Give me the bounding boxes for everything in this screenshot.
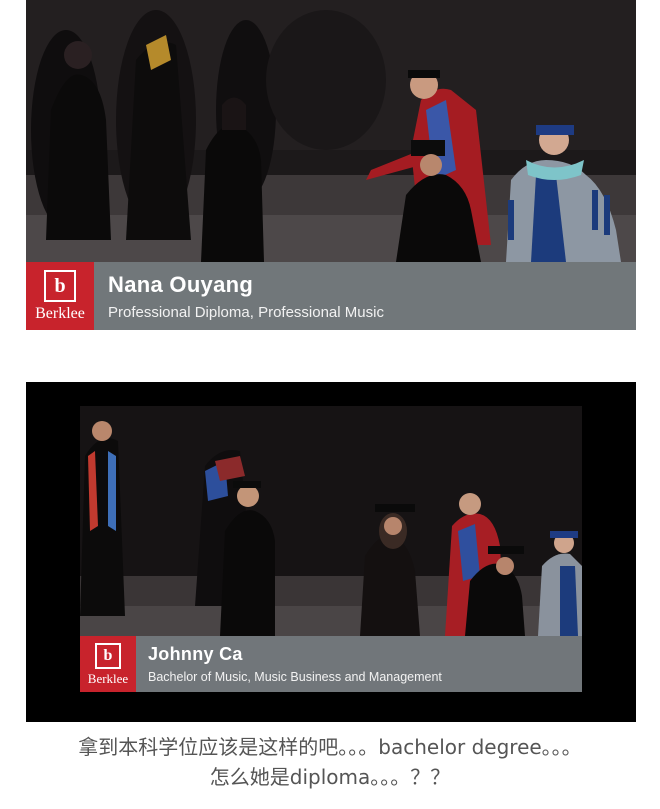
video-content-2: b Berklee Johnny Ca Bachelor of Music, M… (80, 406, 582, 692)
lower-third-1: b Berklee Nana Ouyang Professional Diplo… (26, 262, 636, 330)
graduate-degree: Professional Diploma, Professional Music (108, 303, 384, 321)
graduate-name: Johnny Ca (148, 644, 243, 664)
logo-text: Berklee (35, 305, 85, 322)
logo-text: Berklee (87, 671, 129, 686)
graduate-name: Nana Ouyang (108, 271, 254, 297)
berklee-logo-icon: b (95, 643, 121, 669)
comment-line-2: 怎么她是diploma。。。？？ (209, 765, 451, 789)
ceremony-scene-2 (80, 406, 582, 636)
berklee-logo: b Berklee (80, 636, 136, 692)
caption-band: Johnny Ca Bachelor of Music, Music Busin… (136, 636, 582, 692)
comment-text: 拿到本科学位应该是这样的吧。。。bachelor degree。。。 怎么她是d… (0, 732, 660, 792)
lower-third-2: b Berklee Johnny Ca Bachelor of Music, M… (80, 636, 582, 692)
graduate-degree: Bachelor of Music, Music Business and Ma… (148, 670, 442, 684)
caption-band: Nana Ouyang Professional Diploma, Profes… (94, 262, 636, 330)
comment-line-1: 拿到本科学位应该是这样的吧。。。bachelor degree。。。 (78, 735, 582, 759)
video-frame-1: b Berklee Nana Ouyang Professional Diplo… (26, 0, 636, 330)
frame-gap (26, 330, 636, 382)
berklee-logo-icon: b (44, 270, 76, 302)
video-frame-2: b Berklee Johnny Ca Bachelor of Music, M… (26, 382, 636, 722)
berklee-logo: b Berklee (26, 262, 94, 330)
ceremony-scene-1 (26, 0, 636, 262)
